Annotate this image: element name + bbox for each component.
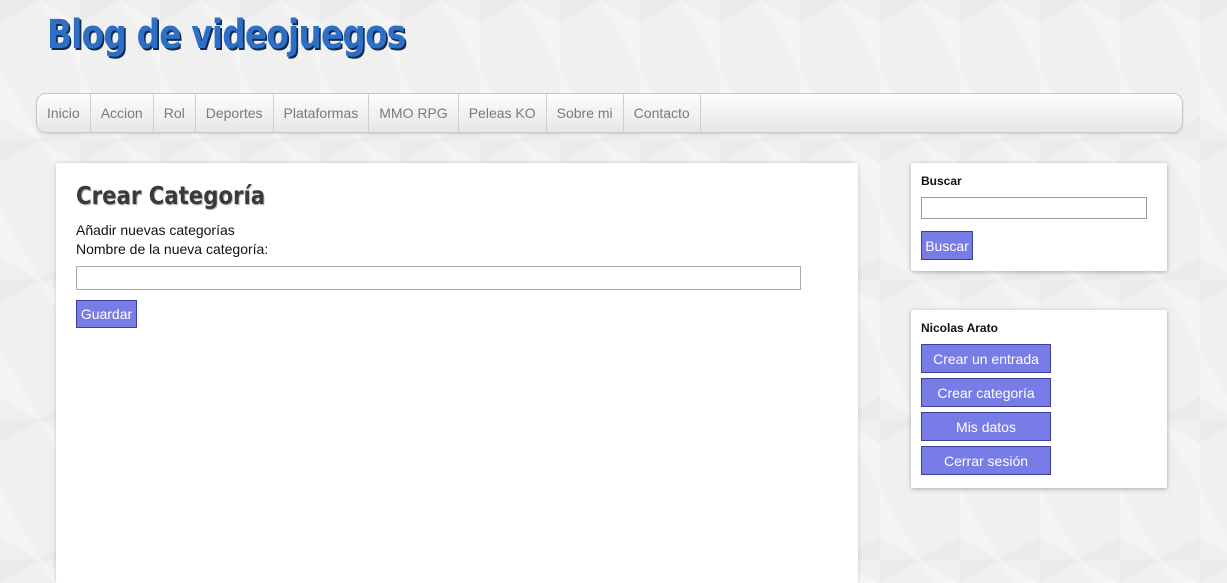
- main-nav: Inicio Accion Rol Deportes Plataformas M…: [36, 93, 1183, 133]
- create-category-button[interactable]: Crear categoría: [921, 378, 1051, 407]
- save-button[interactable]: Guardar: [76, 300, 137, 328]
- user-widget: Nicolas Arato Crear un entrada Crear cat…: [911, 310, 1167, 488]
- user-name: Nicolas Arato: [921, 321, 998, 335]
- nav-item-peleas-ko[interactable]: Peleas KO: [459, 94, 547, 132]
- content-panel: Crear Categoría Añadir nuevas categorías…: [56, 163, 858, 583]
- logout-button[interactable]: Cerrar sesión: [921, 446, 1051, 475]
- create-post-button[interactable]: Crear un entrada: [921, 344, 1051, 373]
- site-title[interactable]: Blog de videojuegos: [47, 12, 406, 58]
- page-title: Crear Categoría: [76, 181, 266, 210]
- my-data-button[interactable]: Mis datos: [921, 412, 1051, 441]
- search-input[interactable]: [921, 197, 1147, 219]
- nav-item-sobre-mi[interactable]: Sobre mi: [547, 94, 624, 132]
- nav-item-rol[interactable]: Rol: [154, 94, 196, 132]
- category-name-label: Nombre de la nueva categoría:: [76, 241, 269, 257]
- nav-item-plataformas[interactable]: Plataformas: [274, 94, 370, 132]
- category-name-input[interactable]: [76, 266, 801, 290]
- search-button[interactable]: Buscar: [921, 231, 973, 260]
- section-subtitle: Añadir nuevas categorías: [76, 222, 235, 238]
- nav-item-inicio[interactable]: Inicio: [37, 94, 91, 132]
- nav-item-accion[interactable]: Accion: [91, 94, 154, 132]
- nav-item-contacto[interactable]: Contacto: [624, 94, 701, 132]
- nav-item-deportes[interactable]: Deportes: [196, 94, 274, 132]
- search-widget: Buscar Buscar: [911, 163, 1167, 271]
- nav-item-mmo-rpg[interactable]: MMO RPG: [369, 94, 459, 132]
- search-widget-title: Buscar: [921, 174, 962, 188]
